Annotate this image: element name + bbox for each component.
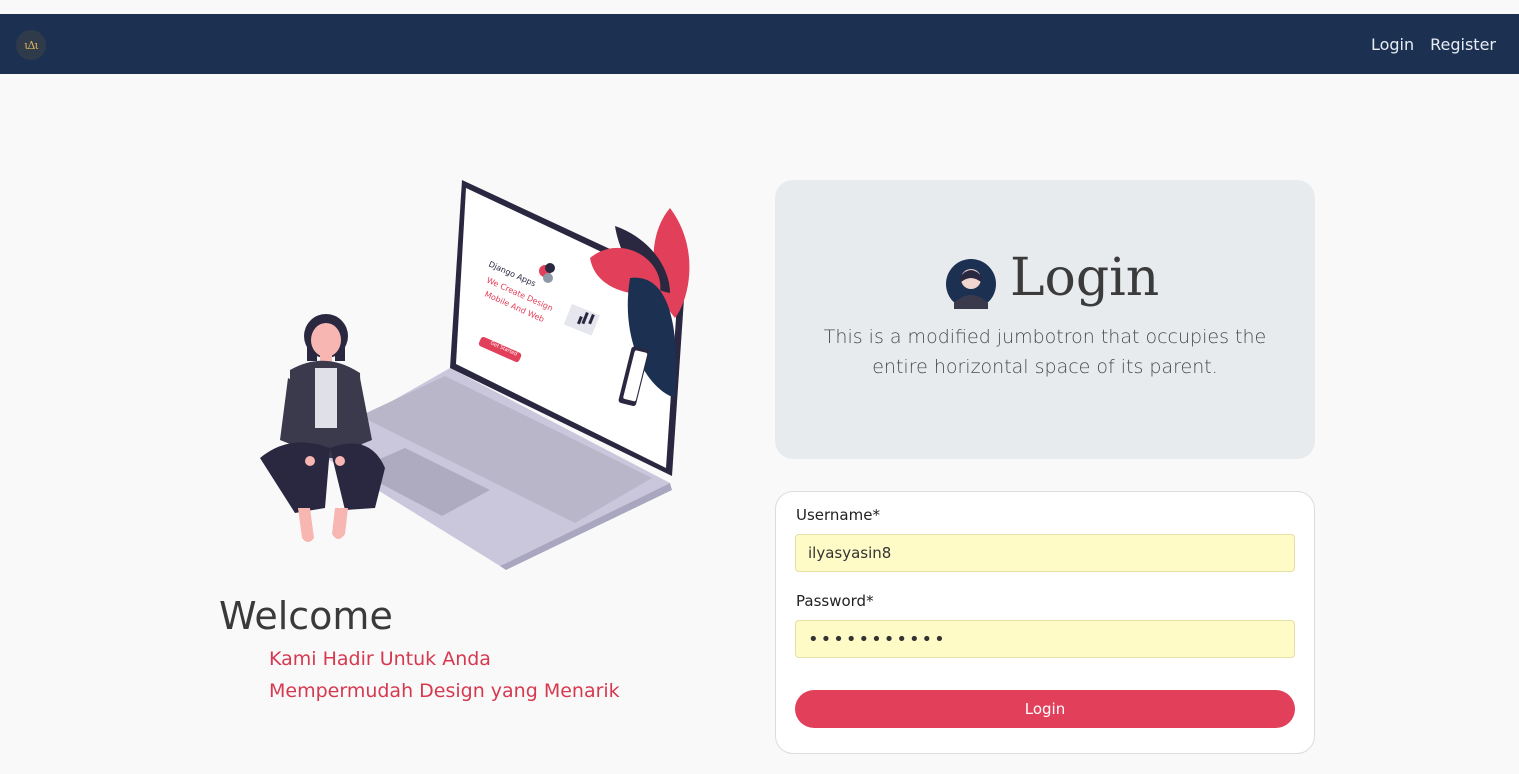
person-figure (260, 314, 385, 542)
laptop-illustration: Django Apps We Create Design Mobile And … (260, 180, 690, 570)
navbar: ιΔι Login Register (0, 14, 1519, 74)
jumbotron-lead: This is a modified jumbotron that occupi… (823, 326, 1267, 378)
user-avatar-icon (946, 259, 996, 309)
nav-login-link[interactable]: Login (1371, 35, 1414, 54)
jumbotron-title: Login (1010, 248, 1160, 308)
nav-links: Login Register (1371, 14, 1496, 74)
top-strip (0, 0, 1519, 14)
nav-register-link[interactable]: Register (1430, 35, 1496, 54)
welcome-title: Welcome (219, 594, 393, 638)
login-jumbotron (775, 180, 1315, 459)
brand-logo-text: ιΔι (24, 38, 39, 52)
welcome-tagline-1: Kami Hadir Untuk Anda (269, 648, 491, 670)
password-label: Password* (796, 592, 874, 610)
login-submit-button[interactable]: Login (795, 690, 1295, 728)
password-input[interactable] (795, 620, 1295, 658)
username-label: Username* (796, 506, 880, 524)
username-input[interactable] (795, 534, 1295, 572)
brand-logo[interactable]: ιΔι (16, 30, 46, 60)
welcome-tagline-2: Mempermudah Design yang Menarik (269, 680, 620, 702)
